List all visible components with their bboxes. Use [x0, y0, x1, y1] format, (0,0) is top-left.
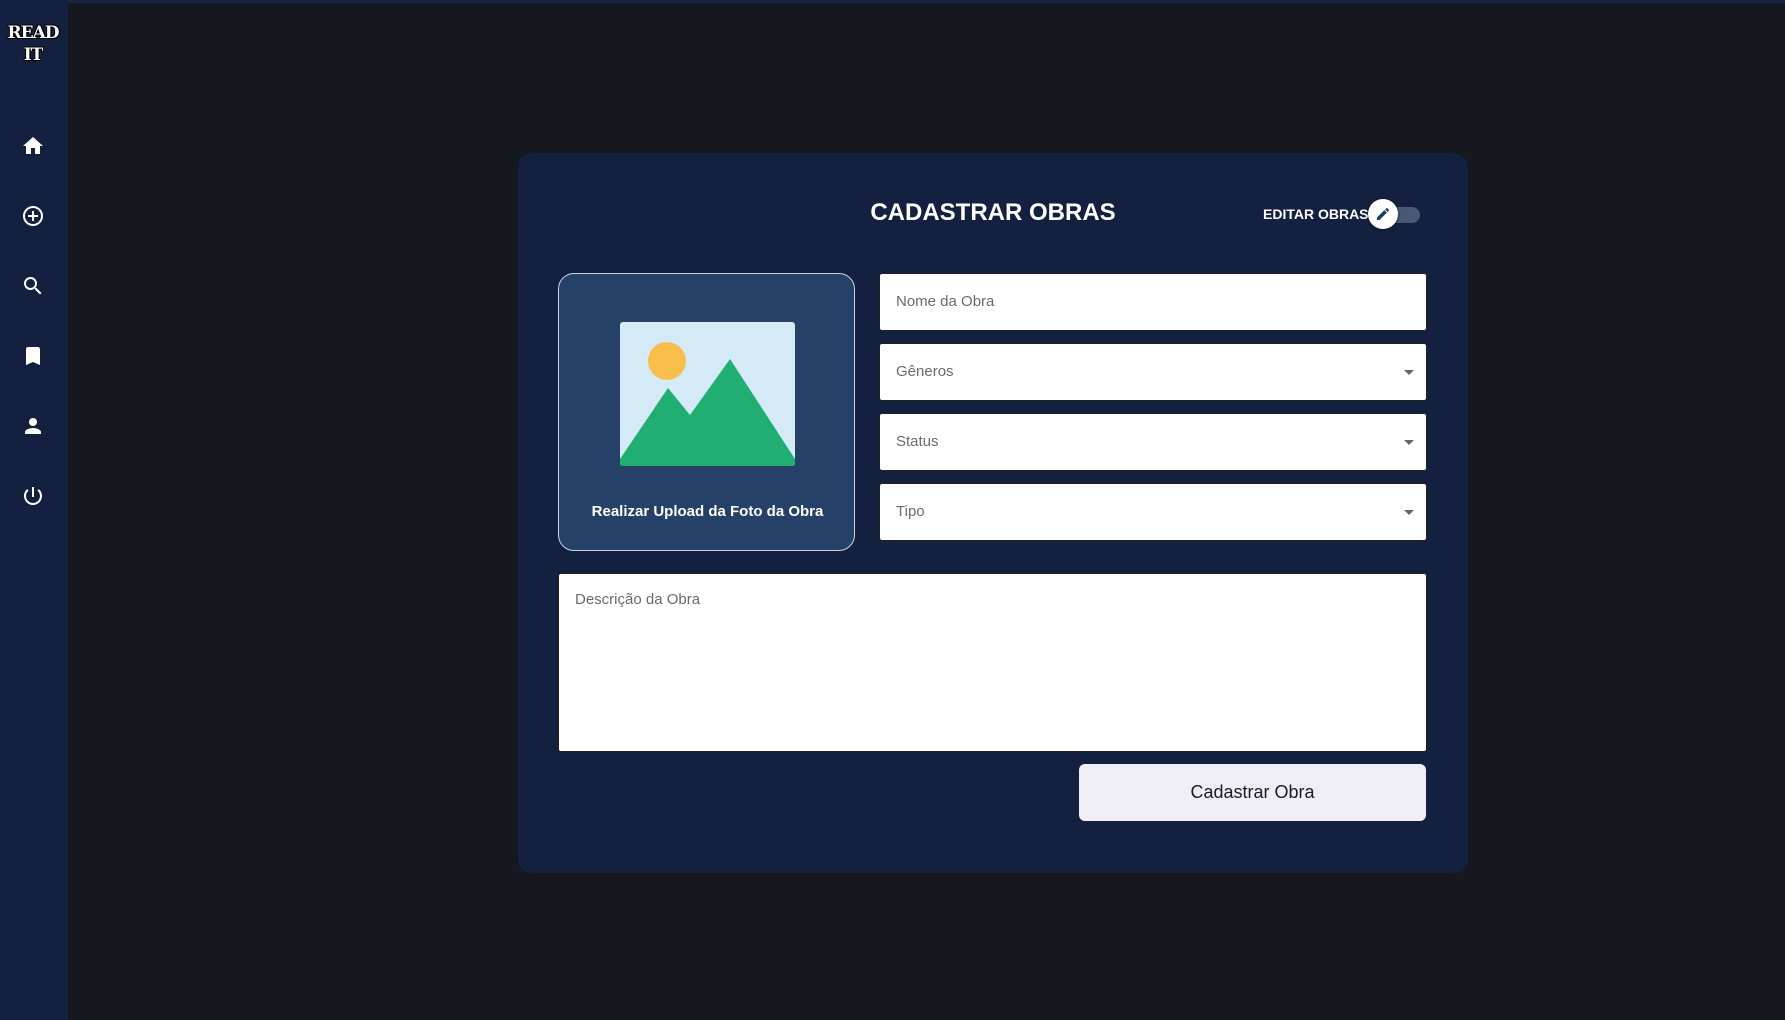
genres-placeholder: Gêneros	[896, 363, 954, 380]
status-select[interactable]: Status	[879, 413, 1427, 471]
logo-line-2: IT	[23, 45, 44, 65]
power-icon	[24, 487, 42, 505]
app-logo[interactable]: READ IT	[0, 22, 66, 66]
work-name-input[interactable]: Nome da Obra	[879, 273, 1427, 331]
upload-label: Realizar Upload da Foto da Obra	[591, 503, 824, 520]
logo-line-1: READ	[7, 23, 59, 43]
pencil-icon	[1377, 207, 1390, 220]
description-textarea[interactable]: Descrição da Obra	[558, 573, 1427, 752]
nav-profile[interactable]	[14, 407, 52, 445]
sidebar: READ IT	[0, 0, 68, 1020]
nav-logout[interactable]	[14, 477, 52, 515]
dropdown-arrow-icon	[1404, 440, 1414, 445]
nav-bookmarks[interactable]	[14, 337, 52, 375]
status-placeholder: Status	[896, 433, 939, 450]
add-circle-icon	[23, 206, 43, 226]
dropdown-arrow-icon	[1404, 370, 1414, 375]
type-placeholder: Tipo	[896, 503, 925, 520]
type-select[interactable]: Tipo	[879, 483, 1427, 541]
toggle-thumb	[1368, 199, 1398, 229]
person-icon	[25, 418, 41, 434]
edit-mode-toggle[interactable]	[1368, 199, 1424, 229]
edit-toggle-label: EDITAR OBRAS	[1263, 206, 1369, 222]
home-icon	[23, 137, 43, 154]
register-work-card: CADASTRAR OBRAS EDITAR OBRAS Realizar Up…	[518, 153, 1468, 873]
genres-select[interactable]: Gêneros	[879, 343, 1427, 401]
dropdown-arrow-icon	[1404, 510, 1414, 515]
image-placeholder-icon	[620, 322, 795, 466]
nav-search[interactable]	[14, 267, 52, 305]
description-placeholder: Descrição da Obra	[575, 591, 701, 608]
work-name-placeholder: Nome da Obra	[896, 293, 995, 310]
image-upload-box[interactable]: Realizar Upload da Foto da Obra	[558, 273, 855, 551]
nav-home[interactable]	[14, 127, 52, 165]
nav-add[interactable]	[14, 197, 52, 235]
bookmark-icon	[26, 347, 40, 365]
submit-button[interactable]: Cadastrar Obra	[1079, 764, 1426, 821]
search-icon	[24, 277, 42, 295]
top-accent-bar	[0, 0, 1785, 3]
